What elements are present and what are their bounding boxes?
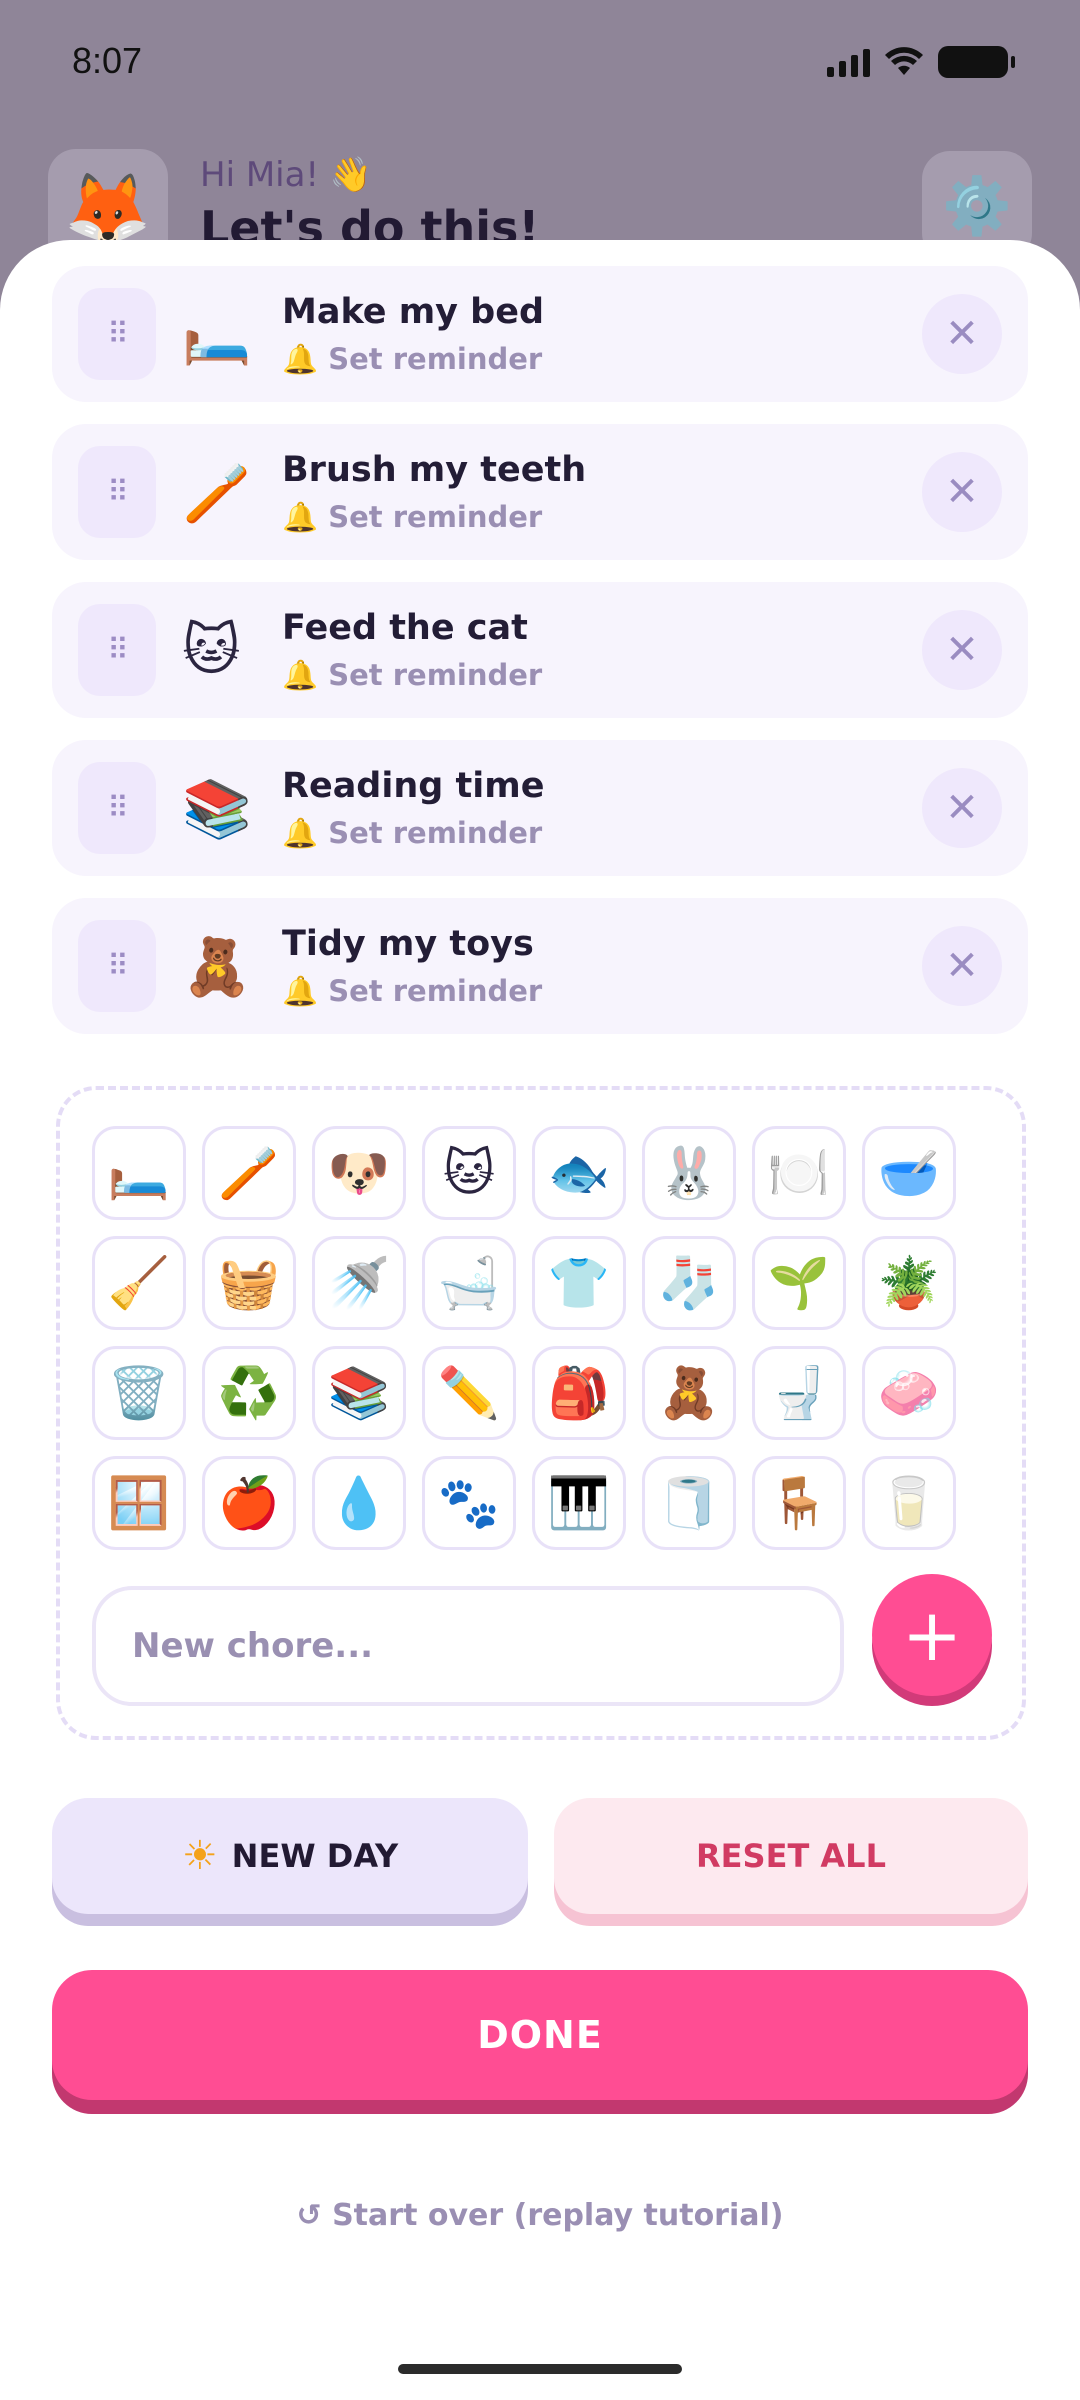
water-drop-icon[interactable]: 💧	[312, 1456, 406, 1550]
shower-icon[interactable]: 🚿	[312, 1236, 406, 1330]
books-icon[interactable]: 📚	[312, 1346, 406, 1440]
paw-prints-icon[interactable]: 🐾	[422, 1456, 516, 1550]
close-icon: ✕	[945, 785, 979, 831]
cellular-signal-icon	[827, 47, 870, 77]
set-reminder-link[interactable]: 🔔 Set reminder	[282, 342, 542, 377]
fox-avatar-icon: 🦊	[64, 167, 152, 250]
start-over-label: Start over (replay tutorial)	[332, 2198, 784, 2233]
add-chore-button[interactable]: +	[872, 1574, 992, 1696]
sun-icon: ☀	[181, 1833, 218, 1879]
new-day-button[interactable]: ☀ NEW DAY	[52, 1798, 528, 1914]
status-time: 8:07	[72, 40, 143, 81]
remove-chore-button[interactable]: ✕	[922, 610, 1002, 690]
basket-icon[interactable]: 🧺	[202, 1236, 296, 1330]
set-reminder-link[interactable]: 🔔 Set reminder	[282, 816, 542, 851]
status-bar: 8:07	[0, 0, 1080, 130]
drag-handle-icon[interactable]: ⠿	[78, 604, 156, 696]
soap-icon[interactable]: 🧼	[862, 1346, 956, 1440]
rabbit-icon[interactable]: 🐰	[642, 1126, 736, 1220]
trash-can-icon[interactable]: 🗑️	[92, 1346, 186, 1440]
bowl-icon[interactable]: 🥣	[862, 1126, 956, 1220]
greeting: Hi Mia! 👋	[200, 155, 373, 195]
new-chore-input[interactable]	[92, 1586, 844, 1706]
emoji-grid: 🛏️ 🪥 🐶 🐱 🐟 🐰 🍽️ 🥣 🧹 🧺 🚿 🛁 👕 🧦 🌱 🪴 🗑️ ♻️ …	[92, 1126, 956, 1550]
home-indicator[interactable]	[398, 2364, 682, 2374]
socks-icon[interactable]: 🧦	[642, 1236, 736, 1330]
plate-icon[interactable]: 🍽️	[752, 1126, 846, 1220]
dog-icon[interactable]: 🐶	[312, 1126, 406, 1220]
broom-icon[interactable]: 🧹	[92, 1236, 186, 1330]
reset-all-button[interactable]: RESET ALL	[554, 1798, 1028, 1914]
apple-icon[interactable]: 🍎	[202, 1456, 296, 1550]
seedling-icon[interactable]: 🌱	[752, 1236, 846, 1330]
drag-handle-icon[interactable]: ⠿	[78, 288, 156, 380]
toothbrush-icon: 🪥	[182, 461, 252, 526]
pencil-icon[interactable]: ✏️	[422, 1346, 516, 1440]
milk-glass-icon[interactable]: 🥛	[862, 1456, 956, 1550]
bed-icon: 🛏️	[182, 303, 252, 368]
wifi-icon	[885, 47, 923, 75]
set-reminder-link[interactable]: 🔔 Set reminder	[282, 658, 542, 693]
close-icon: ✕	[945, 311, 979, 357]
teddy-bear-icon: 🧸	[182, 935, 252, 1000]
drag-handle-icon[interactable]: ⠿	[78, 446, 156, 538]
close-icon: ✕	[945, 943, 979, 989]
status-icons	[827, 46, 1015, 78]
cat-icon[interactable]: 🐱	[422, 1126, 516, 1220]
piano-icon[interactable]: 🎹	[532, 1456, 626, 1550]
chore-title: Brush my teeth	[282, 450, 587, 490]
start-over-link[interactable]: ↺ Start over (replay tutorial)	[0, 2198, 1080, 2233]
gear-icon: ⚙️	[942, 174, 1012, 239]
window-icon[interactable]: 🪟	[92, 1456, 186, 1550]
chore-item[interactable]: ⠿ 🛏️ Make my bed 🔔 Set reminder ✕	[52, 266, 1028, 402]
chore-title: Tidy my toys	[282, 924, 534, 964]
chore-item[interactable]: ⠿ 📚 Reading time 🔔 Set reminder ✕	[52, 740, 1028, 876]
recycle-icon[interactable]: ♻️	[202, 1346, 296, 1440]
chore-item[interactable]: ⠿ 🪥 Brush my teeth 🔔 Set reminder ✕	[52, 424, 1028, 560]
chore-title: Make my bed	[282, 292, 545, 332]
chore-item[interactable]: ⠿ 🐱 Feed the cat 🔔 Set reminder ✕	[52, 582, 1028, 718]
reset-all-label: RESET ALL	[696, 1837, 886, 1875]
toilet-icon[interactable]: 🚽	[752, 1346, 846, 1440]
chore-item[interactable]: ⠿ 🧸 Tidy my toys 🔔 Set reminder ✕	[52, 898, 1028, 1034]
tshirt-icon[interactable]: 👕	[532, 1236, 626, 1330]
backpack-icon[interactable]: 🎒	[532, 1346, 626, 1440]
chair-icon[interactable]: 🪑	[752, 1456, 846, 1550]
replay-icon: ↺	[296, 2198, 322, 2233]
toilet-paper-icon[interactable]: 🧻	[642, 1456, 736, 1550]
close-icon: ✕	[945, 627, 979, 673]
set-reminder-link[interactable]: 🔔 Set reminder	[282, 500, 542, 535]
chore-title: Feed the cat	[282, 608, 528, 648]
plus-icon: +	[901, 1593, 963, 1677]
drag-handle-icon[interactable]: ⠿	[78, 920, 156, 1012]
cat-icon: 🐱	[182, 618, 241, 683]
books-icon: 📚	[182, 777, 252, 842]
chore-list: ⠿ 🛏️ Make my bed 🔔 Set reminder ✕ ⠿ 🪥 Br…	[52, 266, 1028, 1056]
chore-title: Reading time	[282, 766, 545, 806]
remove-chore-button[interactable]: ✕	[922, 294, 1002, 374]
battery-icon	[938, 46, 1015, 78]
toothbrush-icon[interactable]: 🪥	[202, 1126, 296, 1220]
bathtub-icon[interactable]: 🛁	[422, 1236, 516, 1330]
teddy-bear-icon[interactable]: 🧸	[642, 1346, 736, 1440]
drag-handle-icon[interactable]: ⠿	[78, 762, 156, 854]
potted-plant-icon[interactable]: 🪴	[862, 1236, 956, 1330]
remove-chore-button[interactable]: ✕	[922, 452, 1002, 532]
new-chore-picker: 🛏️ 🪥 🐶 🐱 🐟 🐰 🍽️ 🥣 🧹 🧺 🚿 🛁 👕 🧦 🌱 🪴 🗑️ ♻️ …	[56, 1086, 1026, 1740]
close-icon: ✕	[945, 469, 979, 515]
done-button[interactable]: DONE	[52, 1970, 1028, 2100]
edit-chores-sheet: ⠿ 🛏️ Make my bed 🔔 Set reminder ✕ ⠿ 🪥 Br…	[0, 240, 1080, 2400]
fish-icon[interactable]: 🐟	[532, 1126, 626, 1220]
set-reminder-link[interactable]: 🔔 Set reminder	[282, 974, 542, 1009]
new-day-label: NEW DAY	[231, 1837, 399, 1875]
remove-chore-button[interactable]: ✕	[922, 768, 1002, 848]
bed-icon[interactable]: 🛏️	[92, 1126, 186, 1220]
remove-chore-button[interactable]: ✕	[922, 926, 1002, 1006]
done-label: DONE	[477, 2013, 603, 2057]
